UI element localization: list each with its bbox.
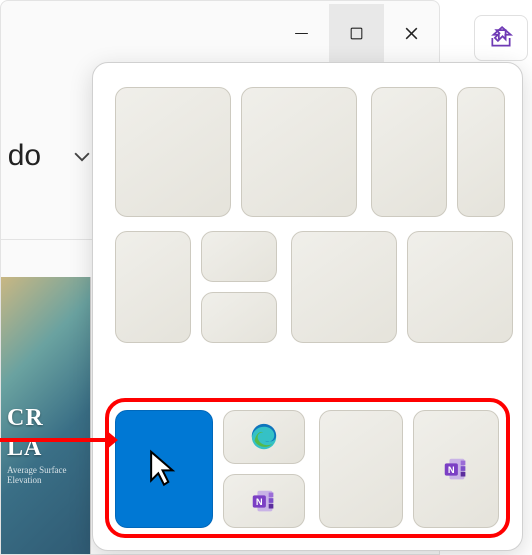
snap-zone-onenote[interactable]: N (413, 410, 499, 528)
maximize-button[interactable] (329, 4, 384, 64)
snap-zone[interactable] (201, 231, 277, 282)
window-titlebar (1, 1, 439, 66)
snap-zone[interactable] (115, 231, 191, 343)
chevron-down-icon[interactable] (71, 145, 93, 167)
snap-layout-three-left-big[interactable]: N (115, 410, 305, 528)
onenote-icon: N (249, 486, 279, 516)
snap-zone[interactable] (457, 87, 505, 217)
map-thumbnail[interactable]: CR LA Average Surface Elevation (1, 277, 91, 555)
snap-zone[interactable] (241, 87, 357, 217)
snap-zone[interactable] (319, 410, 403, 528)
snap-zone[interactable] (407, 231, 513, 343)
svg-text:N: N (448, 465, 455, 475)
prompt-text: nt to do (0, 139, 41, 173)
snap-zone-edge[interactable] (223, 410, 305, 464)
close-button[interactable] (384, 4, 439, 64)
minimize-button[interactable] (274, 4, 329, 64)
cursor-icon (146, 449, 182, 489)
snap-zone-active[interactable] (115, 410, 213, 528)
svg-text:N: N (256, 497, 263, 507)
snap-layout-two-right-app[interactable]: N (319, 410, 499, 528)
map-subtitle: Average Surface Elevation (7, 465, 90, 485)
snap-layout-two-wide[interactable] (291, 231, 513, 343)
snap-zone[interactable] (115, 87, 231, 217)
snap-layouts-flyout: N N (92, 62, 523, 551)
snap-zone[interactable] (201, 292, 277, 343)
edge-icon (249, 422, 279, 452)
snap-zone-onenote[interactable]: N (223, 474, 305, 528)
callout-arrow (0, 438, 106, 442)
onenote-icon: N (441, 454, 471, 484)
snap-layout-three-left-stack[interactable] (115, 231, 277, 343)
snap-layout-two-equal[interactable] (115, 87, 357, 217)
snap-row-2 (115, 231, 500, 343)
snap-zone[interactable] (291, 231, 397, 343)
share-button[interactable] (474, 15, 528, 61)
snap-layout-two-thirds-left[interactable] (371, 87, 505, 217)
snap-row-1 (115, 87, 500, 217)
map-title-line1: CR (7, 405, 44, 432)
snap-zone[interactable] (371, 87, 447, 217)
snap-row-3: N N (115, 410, 500, 528)
